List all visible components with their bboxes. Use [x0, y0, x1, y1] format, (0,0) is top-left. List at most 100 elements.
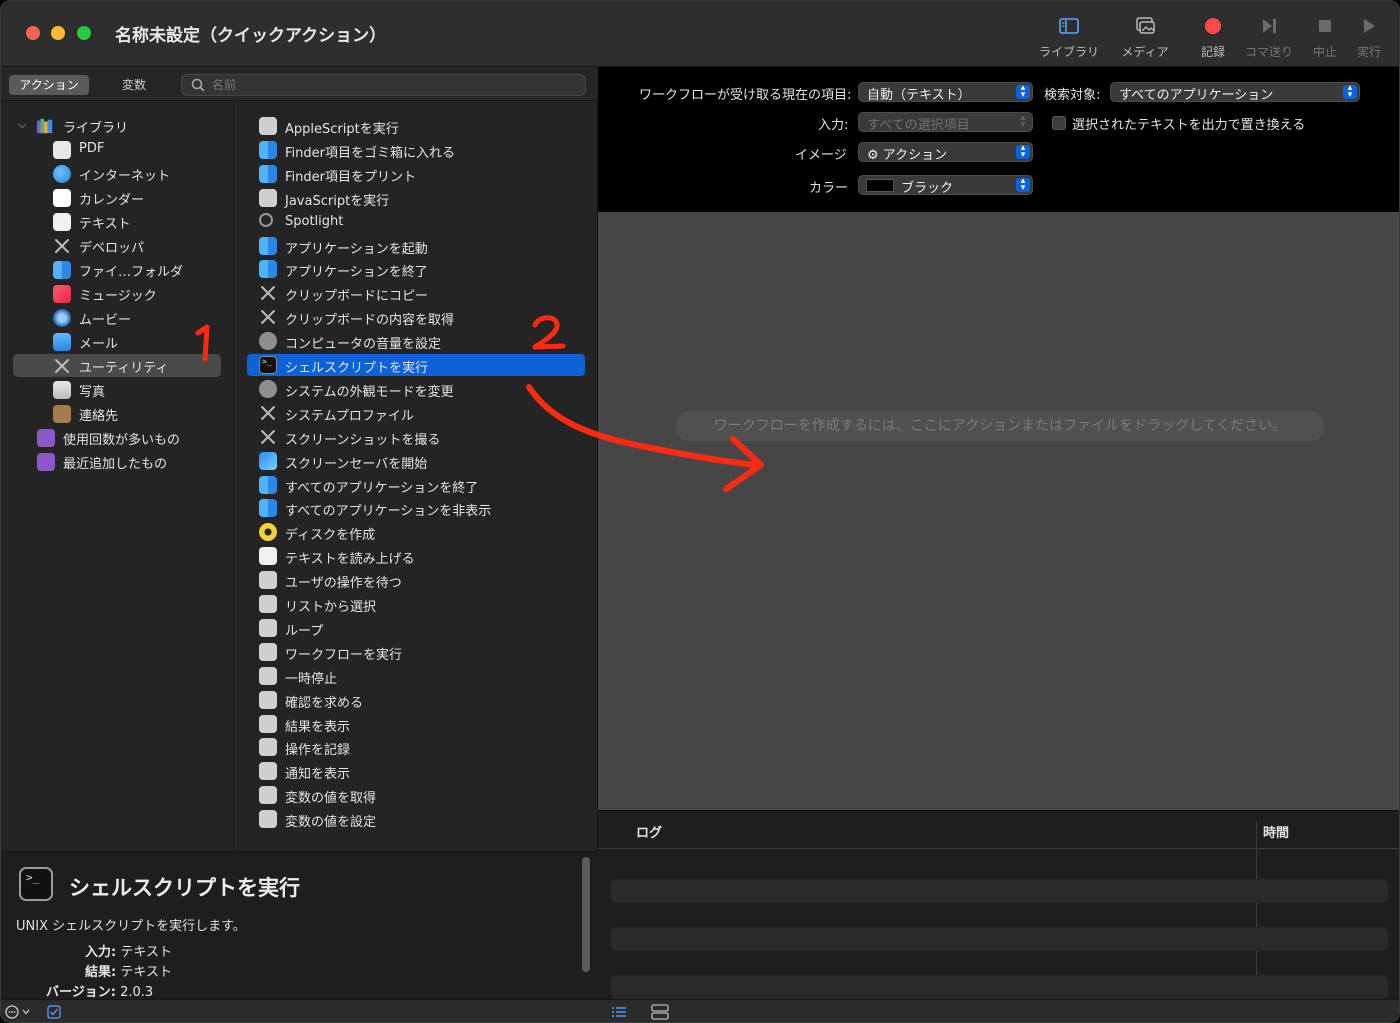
receives-popup[interactable]: 自動（テキスト） ▴ ▾ [858, 82, 1033, 103]
step-toolbar-button[interactable]: コマ送り [1238, 15, 1300, 63]
search-icon [191, 78, 205, 92]
action-item-4[interactable]: Spotlight [247, 211, 585, 233]
action-item-3[interactable]: JavaScriptを実行 [247, 187, 585, 209]
item-label: システムプロファイル [285, 408, 414, 424]
action-item-7[interactable]: クリップボードにコピー [247, 282, 585, 304]
sidebar-item-1[interactable]: インターネット [13, 162, 221, 185]
list-view-icon[interactable] [611, 1005, 627, 1019]
automator-window: 名称未設定（クイックアクション） ライブラリ メディア 記録 コマ送り 中止 実… [0, 0, 1400, 1023]
step-icon [1263, 19, 1276, 33]
time-column-header[interactable]: 時間 [1263, 822, 1289, 841]
tools-icon [259, 428, 277, 446]
sidebar-item-0[interactable]: PDF [13, 138, 221, 161]
description-result: 結果: テキスト [85, 965, 172, 980]
search-input[interactable] [212, 77, 572, 93]
drop-hint: ワークフローを作成するには、ここにアクションまたはファイルをドラッグしてください… [675, 411, 1325, 441]
split-view-icon[interactable] [651, 1004, 669, 1020]
sidebar-item-10[interactable]: 写真 [13, 378, 221, 401]
zoom-window-button[interactable] [77, 26, 91, 40]
image-value: ⚙ アクション [867, 148, 948, 163]
action-item-0[interactable]: AppleScriptを実行 [247, 115, 585, 137]
sidebar-item-8[interactable]: メール [13, 330, 221, 353]
annotation-arrow [526, 384, 764, 492]
sidebar-item-9[interactable]: ユーティリティ [13, 354, 221, 377]
action-item-21[interactable]: ループ [247, 617, 585, 639]
replace-text-checkbox[interactable] [1052, 116, 1066, 130]
record-toolbar-button[interactable]: 記録 [1182, 15, 1244, 63]
automator-icon [259, 714, 277, 733]
item-label: Spotlight [285, 213, 344, 229]
action-item-24[interactable]: 確認を求める [247, 689, 585, 711]
popup-arrows-icon: ▴ ▾ [1016, 177, 1030, 193]
action-item-10[interactable]: >_ シェルスクリプトを実行 [247, 354, 585, 376]
record-toolbar-label: 記録 [1200, 45, 1225, 59]
action-item-29[interactable]: 変数の値を設定 [247, 808, 585, 830]
action-menu-icon[interactable] [5, 1005, 35, 1019]
description-text: UNIX シェルスクリプトを実行します。 [16, 919, 246, 934]
action-item-16[interactable]: すべてのアプリケーションを非表示 [247, 497, 585, 519]
action-item-2[interactable]: Finder項目をプリント [247, 163, 585, 185]
media-icon [1136, 17, 1155, 34]
smart-folder-0[interactable]: 使用回数が多いもの [13, 426, 221, 449]
item-label: AppleScriptを実行 [285, 122, 399, 137]
description-scrollbar[interactable] [582, 857, 590, 972]
image-label: イメージ [795, 148, 847, 163]
color-popup[interactable]: ブラック ▴ ▾ [858, 175, 1033, 196]
action-item-6[interactable]: アプリケーションを終了 [247, 258, 585, 280]
action-item-19[interactable]: ユーザの操作を待つ [247, 569, 585, 591]
finder-icon [53, 261, 71, 279]
description-toggle-icon[interactable] [47, 1005, 61, 1019]
column-divider[interactable] [1256, 821, 1257, 1001]
popup-arrows-icon: ▴ ▾ [1016, 144, 1030, 160]
image-popup[interactable]: ⚙ アクション ▴ ▾ [858, 142, 1033, 163]
finder-icon [259, 164, 277, 183]
burn-icon [259, 523, 277, 542]
sidebar-item-5[interactable]: ファイ…フォルダ [13, 258, 221, 281]
item-label: JavaScriptを実行 [285, 193, 390, 209]
sidebar-item-6[interactable]: ミュージック [13, 282, 221, 305]
automator-icon [259, 571, 277, 590]
tab-actions[interactable]: アクション [9, 75, 89, 95]
search-target-popup[interactable]: すべてのアプリケーション ▴ ▾ [1110, 82, 1360, 103]
minimize-window-button[interactable] [51, 26, 65, 40]
action-item-23[interactable]: 一時停止 [247, 665, 585, 687]
action-item-27[interactable]: 通知を表示 [247, 760, 585, 782]
sidebar-item-4[interactable]: デベロッパ [13, 234, 221, 257]
action-item-26[interactable]: 操作を記録 [247, 736, 585, 758]
item-label: 変数の値を設定 [285, 815, 377, 831]
settings-icon [259, 379, 277, 398]
smart-folder-1[interactable]: 最近追加したもの [13, 450, 221, 473]
action-item-28[interactable]: 変数の値を取得 [247, 784, 585, 806]
sidebar-item-11[interactable]: 連絡先 [13, 402, 221, 425]
log-row [611, 927, 1388, 951]
chevron-down-icon[interactable]: ⌵ [18, 118, 26, 132]
action-item-5[interactable]: アプリケーションを起動 [247, 235, 585, 257]
color-label: カラー [809, 181, 849, 196]
search-field[interactable] [181, 74, 586, 96]
action-item-22[interactable]: ワークフローを実行 [247, 641, 585, 663]
action-item-20[interactable]: リストから選択 [247, 593, 585, 615]
log-panel: ログ 時間 [598, 810, 1399, 1001]
action-item-18[interactable]: テキストを読み上げる [247, 545, 585, 567]
color-swatch [866, 179, 894, 192]
library-root[interactable]: ⌵ ライブラリ [13, 114, 221, 137]
mail-icon [53, 333, 71, 351]
media-toolbar-button[interactable]: メディア [1114, 15, 1176, 63]
item-label: ファイ…フォルダ [79, 265, 184, 280]
action-item-1[interactable]: Finder項目をゴミ箱に入れる [247, 139, 585, 161]
action-item-25[interactable]: 結果を表示 [247, 713, 585, 735]
run-toolbar-button[interactable]: 実行 [1338, 15, 1399, 63]
sidebar-item-7[interactable]: ムービー [13, 306, 221, 329]
close-window-button[interactable] [26, 26, 40, 40]
sidebar-item-2[interactable]: カレンダー [13, 186, 221, 209]
action-item-17[interactable]: ディスクを作成 [247, 521, 585, 543]
sidebar-item-3[interactable]: テキスト [13, 210, 221, 233]
screensaver-icon [259, 451, 277, 470]
automator-icon [259, 618, 277, 637]
log-column-header[interactable]: ログ [636, 822, 662, 841]
library-toolbar-button[interactable]: ライブラリ [1038, 15, 1100, 63]
workflow-drop-area[interactable]: ワークフローを作成するには、ここにアクションまたはファイルをドラッグしてください… [598, 212, 1399, 810]
item-label: 確認を求める [285, 695, 364, 711]
tab-variables[interactable]: 変数 [95, 75, 173, 95]
description-version: バージョン: 2.0.3 [46, 985, 154, 1000]
